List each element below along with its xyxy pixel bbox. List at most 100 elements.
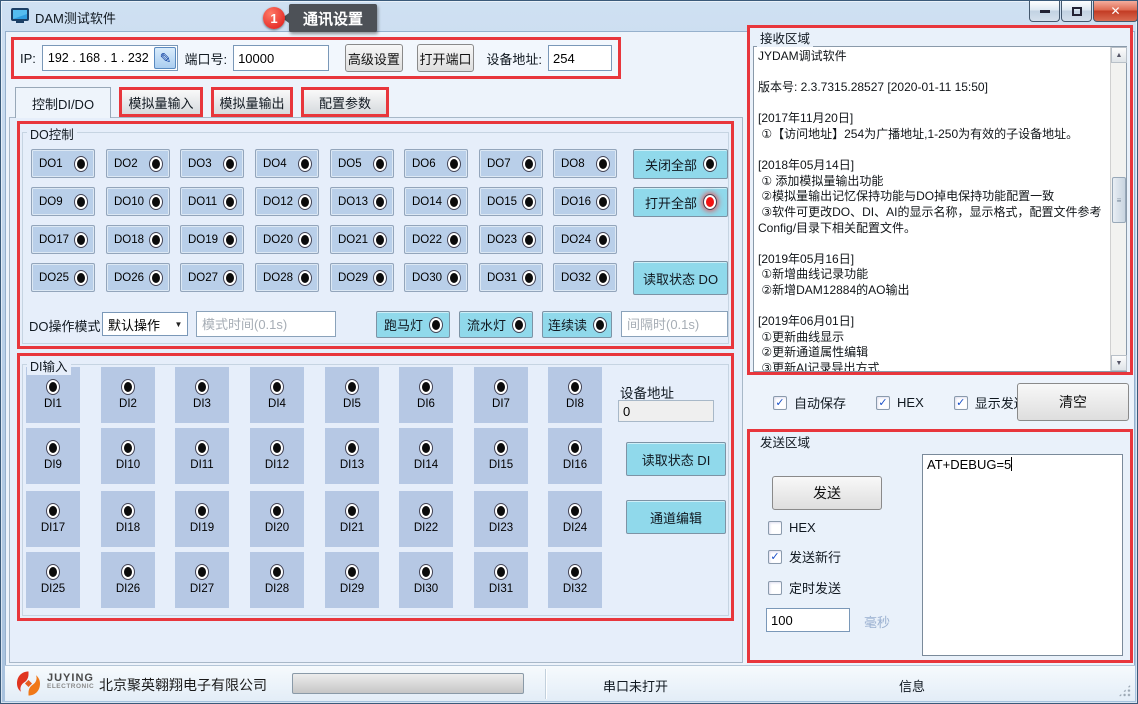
do-led-icon <box>299 271 311 285</box>
do-channel-button[interactable]: DO31 <box>479 263 543 292</box>
do-channel-label: DO2 <box>114 158 138 170</box>
do-led-icon <box>597 157 609 171</box>
device-address-input[interactable] <box>548 45 612 71</box>
continuous-read-button[interactable]: 连续读 <box>542 311 612 338</box>
ip-input[interactable]: 192 . 168 . 1 . 232 ✎ <box>42 45 179 71</box>
send-option-checkbox[interactable]: 定时发送 <box>768 578 841 597</box>
close-button[interactable]: ✕ <box>1093 1 1138 22</box>
do-channel-button[interactable]: DO11 <box>180 187 244 216</box>
marquee-led-icon <box>430 318 442 332</box>
do-channel-button[interactable]: DO14 <box>404 187 468 216</box>
di-channel-label: DI22 <box>414 522 438 534</box>
receive-option-checkbox[interactable]: ✓HEX <box>876 393 924 412</box>
do-channel-button[interactable]: DO25 <box>31 263 95 292</box>
checkbox-icon[interactable]: ✓ <box>876 396 890 410</box>
close-all-button[interactable]: 关闭全部 <box>633 149 728 179</box>
tab-analog-input[interactable]: 模拟量输入 <box>119 87 203 117</box>
send-textarea[interactable]: AT+DEBUG=5 <box>922 454 1123 656</box>
do-channel-button[interactable]: DO17 <box>31 225 95 254</box>
checkbox-icon[interactable]: ✓ <box>773 396 787 410</box>
checkbox-icon[interactable]: ✓ <box>954 396 968 410</box>
do-channel-button[interactable]: DO27 <box>180 263 244 292</box>
ip-label: IP: <box>20 51 36 66</box>
do-channel-button[interactable]: DO19 <box>180 225 244 254</box>
close-all-label: 关闭全部 <box>645 155 697 174</box>
minimize-button[interactable] <box>1029 1 1060 22</box>
receive-option-checkbox[interactable]: ✓显示发送 <box>954 393 1027 412</box>
do-channel-button[interactable]: DO2 <box>106 149 170 178</box>
clear-button[interactable]: 清空 <box>1017 383 1129 421</box>
send-option-checkbox[interactable]: ✓发送新行 <box>768 547 841 566</box>
do-channel-button[interactable]: DO21 <box>330 225 394 254</box>
do-led-icon <box>374 157 386 171</box>
do-channel-button[interactable]: DO6 <box>404 149 468 178</box>
do-led-icon <box>75 157 87 171</box>
do-channel-button[interactable]: DO4 <box>255 149 319 178</box>
di-led-icon <box>495 441 507 455</box>
do-channel-button[interactable]: DO26 <box>106 263 170 292</box>
receive-scrollbar[interactable]: ▲ ≡ ▼ <box>1110 47 1126 371</box>
edit-ip-button[interactable]: ✎ <box>154 47 176 69</box>
mode-time-input[interactable] <box>196 311 336 337</box>
checkbox-icon[interactable]: ✓ <box>768 550 782 564</box>
send-interval-input[interactable] <box>766 608 850 632</box>
do-channel-button[interactable]: DO22 <box>404 225 468 254</box>
do-channel-button[interactable]: DO9 <box>31 187 95 216</box>
do-mode-select[interactable]: 默认操作 ▼ <box>102 312 188 336</box>
do-channel-button[interactable]: DO1 <box>31 149 95 178</box>
scroll-up-button[interactable]: ▲ <box>1111 47 1127 63</box>
di-channel-label: DI21 <box>340 522 364 534</box>
di-channel-label: DI4 <box>268 398 286 410</box>
do-channel-button[interactable]: DO18 <box>106 225 170 254</box>
do-channel-button[interactable]: DO12 <box>255 187 319 216</box>
do-channel-button[interactable]: DO28 <box>255 263 319 292</box>
do-channel-button[interactable]: DO20 <box>255 225 319 254</box>
di-led-icon <box>346 504 358 518</box>
do-channel-button[interactable]: DO24 <box>553 225 617 254</box>
read-di-status-button[interactable]: 读取状态 DI <box>626 442 726 476</box>
do-channel-button[interactable]: DO5 <box>330 149 394 178</box>
di-device-address-input[interactable] <box>618 400 714 422</box>
tab-config-params[interactable]: 配置参数 <box>301 87 389 117</box>
tab-analog-output[interactable]: 模拟量输出 <box>211 87 293 117</box>
maximize-button[interactable] <box>1061 1 1092 22</box>
scrollbar-thumb[interactable]: ≡ <box>1112 177 1126 223</box>
port-input[interactable] <box>233 45 329 71</box>
do-channel-button[interactable]: DO7 <box>479 149 543 178</box>
di-led-icon <box>47 565 59 579</box>
interval-time-input[interactable] <box>621 311 728 337</box>
di-channel-tile: DI6 <box>399 367 453 423</box>
do-channel-button[interactable]: DO16 <box>553 187 617 216</box>
do-channel-button[interactable]: DO10 <box>106 187 170 216</box>
do-channel-button[interactable]: DO15 <box>479 187 543 216</box>
di-channel-label: DI16 <box>563 459 587 471</box>
do-channel-button[interactable]: DO32 <box>553 263 617 292</box>
checkbox-icon[interactable] <box>768 521 782 535</box>
send-area-panel: 发送区域 发送 HEX✓发送新行定时发送 毫秒 AT+DEBUG=5 <box>747 429 1133 663</box>
flow-light-button[interactable]: 流水灯 <box>459 311 533 338</box>
minimize-icon <box>1040 10 1050 13</box>
scroll-down-button[interactable]: ▼ <box>1111 355 1127 371</box>
do-channel-button[interactable]: DO8 <box>553 149 617 178</box>
di-channel-label: DI20 <box>265 522 289 534</box>
do-channel-button[interactable]: DO29 <box>330 263 394 292</box>
checkbox-icon[interactable] <box>768 581 782 595</box>
receive-log[interactable]: JYDAM调试软件 版本号: 2.3.7315.28527 [2020-01-1… <box>753 46 1127 372</box>
read-do-status-button[interactable]: 读取状态 DO <box>633 261 728 295</box>
do-channel-button[interactable]: DO30 <box>404 263 468 292</box>
send-option-checkbox[interactable]: HEX <box>768 520 841 535</box>
di-led-icon <box>122 441 134 455</box>
resize-grip[interactable] <box>1118 684 1131 697</box>
open-port-button[interactable]: 打开端口 <box>417 44 475 72</box>
do-channel-button[interactable]: DO13 <box>330 187 394 216</box>
channel-edit-button[interactable]: 通道编辑 <box>626 500 726 534</box>
do-channel-button[interactable]: DO3 <box>180 149 244 178</box>
tab-control-dido[interactable]: 控制DI/DO <box>15 87 111 118</box>
marquee-button[interactable]: 跑马灯 <box>376 311 450 338</box>
di-channel-tile: DI13 <box>325 428 379 484</box>
send-button[interactable]: 发送 <box>772 476 882 510</box>
open-all-button[interactable]: 打开全部 <box>633 187 728 217</box>
receive-option-checkbox[interactable]: ✓自动保存 <box>773 393 846 412</box>
do-channel-button[interactable]: DO23 <box>479 225 543 254</box>
advanced-settings-button[interactable]: 高级设置 <box>345 44 403 72</box>
